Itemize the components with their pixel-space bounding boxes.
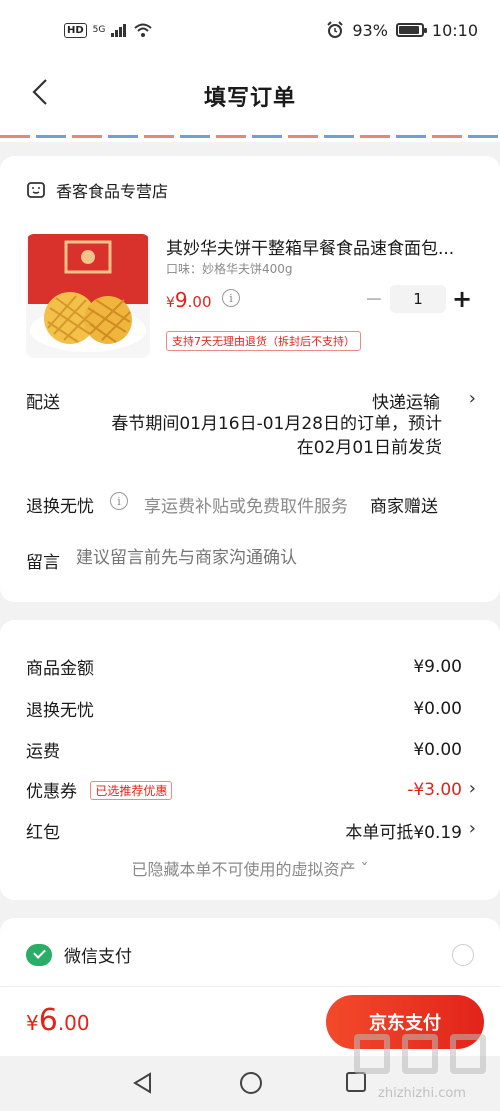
shipping-row: 运费 ¥0.00 (26, 737, 462, 763)
signal-icon (111, 24, 127, 37)
wechat-pay-row[interactable]: 微信支付 (26, 942, 132, 967)
return-worry-label: 退换无忧 (26, 497, 94, 517)
hd-badge: HD (64, 22, 87, 38)
delivery-method[interactable]: 快递运输 (372, 388, 440, 413)
shipping-value: ¥0.00 (413, 739, 462, 760)
chevron-left-icon (32, 79, 47, 105)
red-packet-label: 红包 (26, 823, 60, 843)
remark-input[interactable] (76, 548, 456, 568)
coupon-chevron-icon[interactable]: › (469, 778, 476, 799)
price-info-icon[interactable]: i (222, 289, 240, 307)
summary-card: 商品金额 ¥9.00 退换无忧 ¥0.00 运费 ¥0.00 优惠券 已选推荐优… (0, 620, 500, 900)
quantity-stepper: − 1 + (362, 285, 474, 313)
watermark-glyph (402, 1034, 438, 1074)
status-left: HD 5G (64, 22, 153, 38)
back-button[interactable] (22, 70, 58, 114)
increase-button[interactable]: + (450, 285, 474, 313)
red-packet-value[interactable]: 本单可抵¥0.19 (345, 818, 462, 843)
battery-fill (398, 26, 419, 34)
product-price: ¥ 9 .00 (166, 288, 212, 312)
total-price: ¥ 6 .00 (26, 1003, 90, 1038)
status-bar: HD 5G 93% 10:10 (0, 0, 500, 60)
product-spec[interactable]: 口味：妙格华夫饼400g (166, 260, 293, 277)
hidden-assets-toggle[interactable]: 已隐藏本单不可使用的虚拟资产 ˇ (0, 856, 500, 880)
total-decimal: .00 (57, 1011, 90, 1035)
status-right: 93% 10:10 (326, 21, 478, 40)
price-currency: ¥ (166, 295, 175, 311)
battery-percent: 93% (352, 20, 388, 40)
return-worry-description: 享运费补贴或免费取件服务 (144, 497, 348, 517)
remark-label: 留言 (26, 553, 60, 573)
price-decimal: .00 (187, 293, 212, 311)
delivery-note-line1: 春节期间01月16日-01月28日的订单，预计 (111, 414, 442, 434)
coupon-tag: 已选推荐优惠 (90, 781, 173, 800)
clock: 10:10 (431, 20, 478, 40)
wechat-pay-radio[interactable] (452, 944, 474, 966)
system-home-icon[interactable] (240, 1072, 262, 1094)
coupon-row[interactable]: 优惠券 已选推荐优惠 -¥3.00 (26, 777, 462, 803)
page-title: 填写订单 (203, 86, 296, 111)
system-back-icon[interactable] (132, 1072, 154, 1094)
price-integer: 9 (174, 288, 188, 312)
order-card: 香客食品专营店 其妙华夫饼干整箱早餐食品速食面包... 口味：妙格华夫饼400g… (0, 156, 500, 602)
total-integer: 6 (38, 1003, 58, 1038)
goods-amount-label: 商品金额 (26, 659, 94, 679)
return-worry-value: 商家赠送 (370, 497, 438, 517)
goods-amount-value: ¥9.00 (413, 656, 462, 677)
battery-icon (395, 23, 427, 37)
network-type: 5G (92, 25, 106, 35)
store-row[interactable]: 香客食品专营店 (26, 178, 168, 202)
red-packet-row[interactable]: 红包 本单可抵¥0.19 (26, 818, 462, 843)
watermark-glyph (450, 1034, 486, 1074)
wechat-pay-icon (26, 943, 52, 966)
return-fee-label: 退换无忧 (26, 701, 94, 721)
return-fee-row: 退换无忧 ¥0.00 (26, 696, 462, 722)
product-title[interactable]: 其妙华夫饼干整箱早餐食品速食面包... (166, 234, 478, 259)
watermark-glyph (354, 1034, 390, 1074)
quantity-input[interactable]: 1 (390, 285, 446, 313)
total-currency: ¥ (26, 1011, 39, 1035)
decrease-button[interactable]: − (362, 287, 386, 312)
delivery-note-line2: 在02月01日前发货 (296, 438, 442, 458)
watermark-text: zhizhizhi.com (378, 1086, 466, 1101)
envelope-stripe (0, 132, 500, 142)
return-policy-badge: 支持7天无理由退货（拆封后不支持） (166, 331, 361, 351)
waffle-image (28, 234, 148, 352)
wifi-icon (134, 23, 153, 37)
coupon-value[interactable]: -¥3.00 (407, 780, 462, 800)
return-fee-value: ¥0.00 (413, 698, 462, 719)
goods-amount-row: 商品金额 ¥9.00 (26, 654, 462, 680)
alarm-icon (327, 21, 344, 38)
coupon-label-group: 优惠券 已选推荐优惠 (26, 777, 173, 802)
watermark: zhizhizhi.com (352, 1028, 492, 1108)
store-icon (27, 182, 45, 198)
delivery-label: 配送 (26, 393, 60, 413)
delivery-chevron-icon[interactable]: › (469, 388, 476, 409)
coupon-label: 优惠券 (26, 782, 77, 802)
product-image[interactable] (26, 234, 150, 358)
return-info-icon[interactable]: i (110, 492, 128, 510)
navigation-bar: 填写订单 (0, 60, 500, 132)
store-name: 香客食品专营店 (56, 182, 169, 201)
wechat-pay-label: 微信支付 (64, 947, 132, 967)
red-packet-chevron-icon[interactable]: › (469, 818, 476, 839)
shipping-label: 运费 (26, 742, 60, 762)
delivery-note: 春节期间01月16日-01月28日的订单，预计 在02月01日前发货 (96, 412, 442, 460)
